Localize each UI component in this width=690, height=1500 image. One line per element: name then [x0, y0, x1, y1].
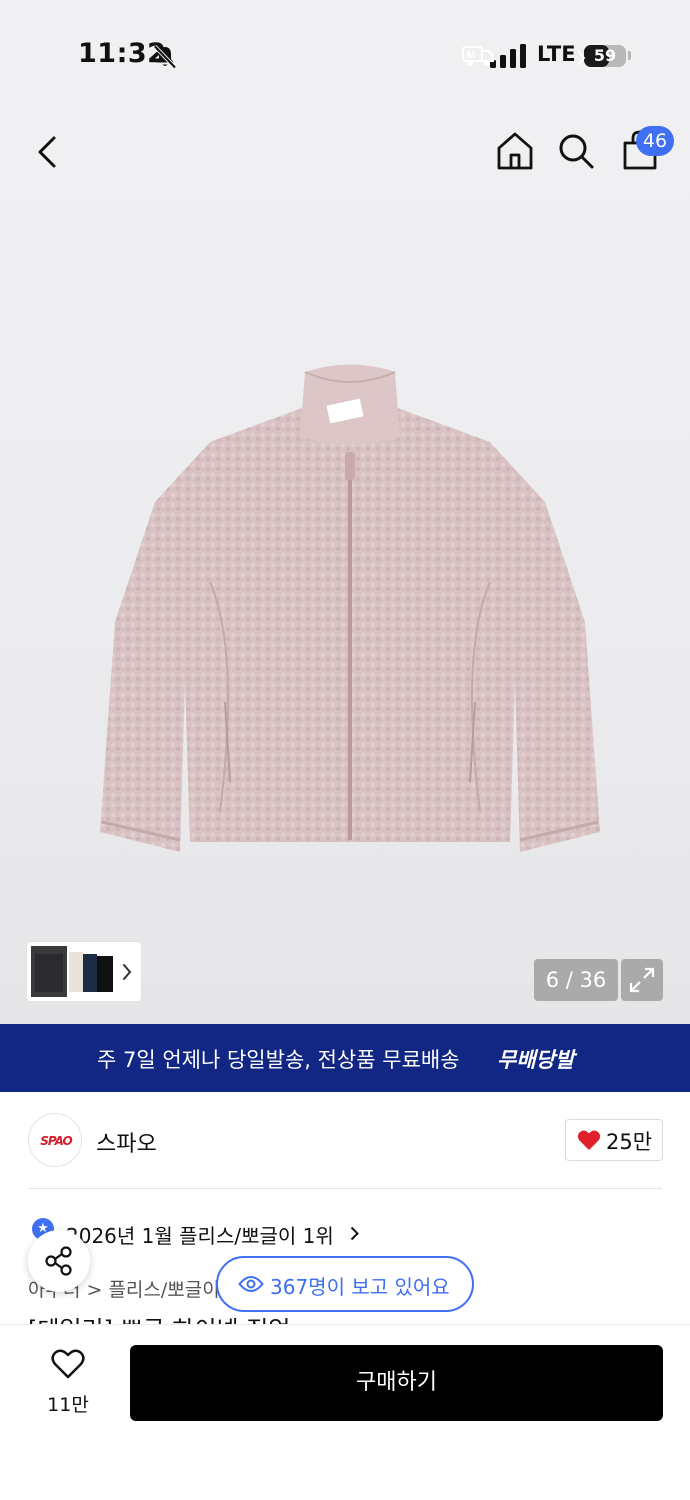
promo-brand: 무배당발 — [497, 1048, 575, 1072]
battery-tip — [628, 51, 631, 60]
brand-logo[interactable]: SPAO — [28, 1113, 82, 1167]
home-icon[interactable] — [494, 130, 536, 172]
back-arrow-icon[interactable] — [30, 132, 66, 172]
ranking-text[interactable]: 2026년 1월 플리스/뽀글이 1위 — [66, 1220, 334, 1249]
promo-text: 주 7일 언제나 당일발송, 전상품 무료배송 — [97, 1048, 460, 1072]
image-counter: 6 / 36 — [534, 959, 618, 1001]
chevron-right-icon — [577, 50, 586, 66]
divider — [28, 1188, 662, 1189]
expand-button[interactable] — [621, 959, 663, 1001]
color-thumbnail-images — [31, 946, 113, 997]
heart-icon — [577, 1130, 601, 1150]
brand-logo-text: SPAO — [40, 1134, 72, 1148]
battery-level: 59 — [593, 46, 617, 65]
share-icon — [45, 1246, 72, 1276]
viewers-text: 367명이 보고 있어요 — [270, 1275, 450, 1299]
svg-text:M: M — [467, 50, 475, 61]
network-label: LTE — [537, 42, 576, 66]
truck-icon: M — [462, 46, 494, 66]
battery-indicator: 59 — [584, 45, 626, 67]
product-image[interactable] — [90, 352, 610, 872]
heart-outline-icon[interactable] — [51, 1349, 85, 1379]
promo-banner[interactable]: 주 7일 언제나 당일발송, 전상품 무료배송 무배당발 — [0, 1024, 690, 1092]
chevron-right-icon[interactable] — [350, 1226, 359, 1241]
viewers-indicator: 367명이 보고 있어요 — [216, 1256, 474, 1312]
wishlist-count: 11만 — [47, 1394, 89, 1416]
status-bar: 11:32 LTE 59 — [0, 0, 690, 110]
brand-name[interactable]: 스파오 — [96, 1126, 157, 1158]
bell-slash-icon — [153, 45, 177, 69]
brand-like-count: 25만 — [606, 1130, 653, 1154]
chevron-right-icon[interactable] — [121, 962, 133, 982]
share-button[interactable] — [28, 1230, 90, 1292]
search-icon[interactable] — [556, 131, 596, 171]
buy-button[interactable]: 구매하기 — [130, 1345, 663, 1421]
eye-icon — [238, 1276, 264, 1292]
expand-icon — [629, 967, 655, 993]
signal-icon — [490, 44, 526, 68]
cart-count-badge: 46 — [636, 126, 674, 156]
